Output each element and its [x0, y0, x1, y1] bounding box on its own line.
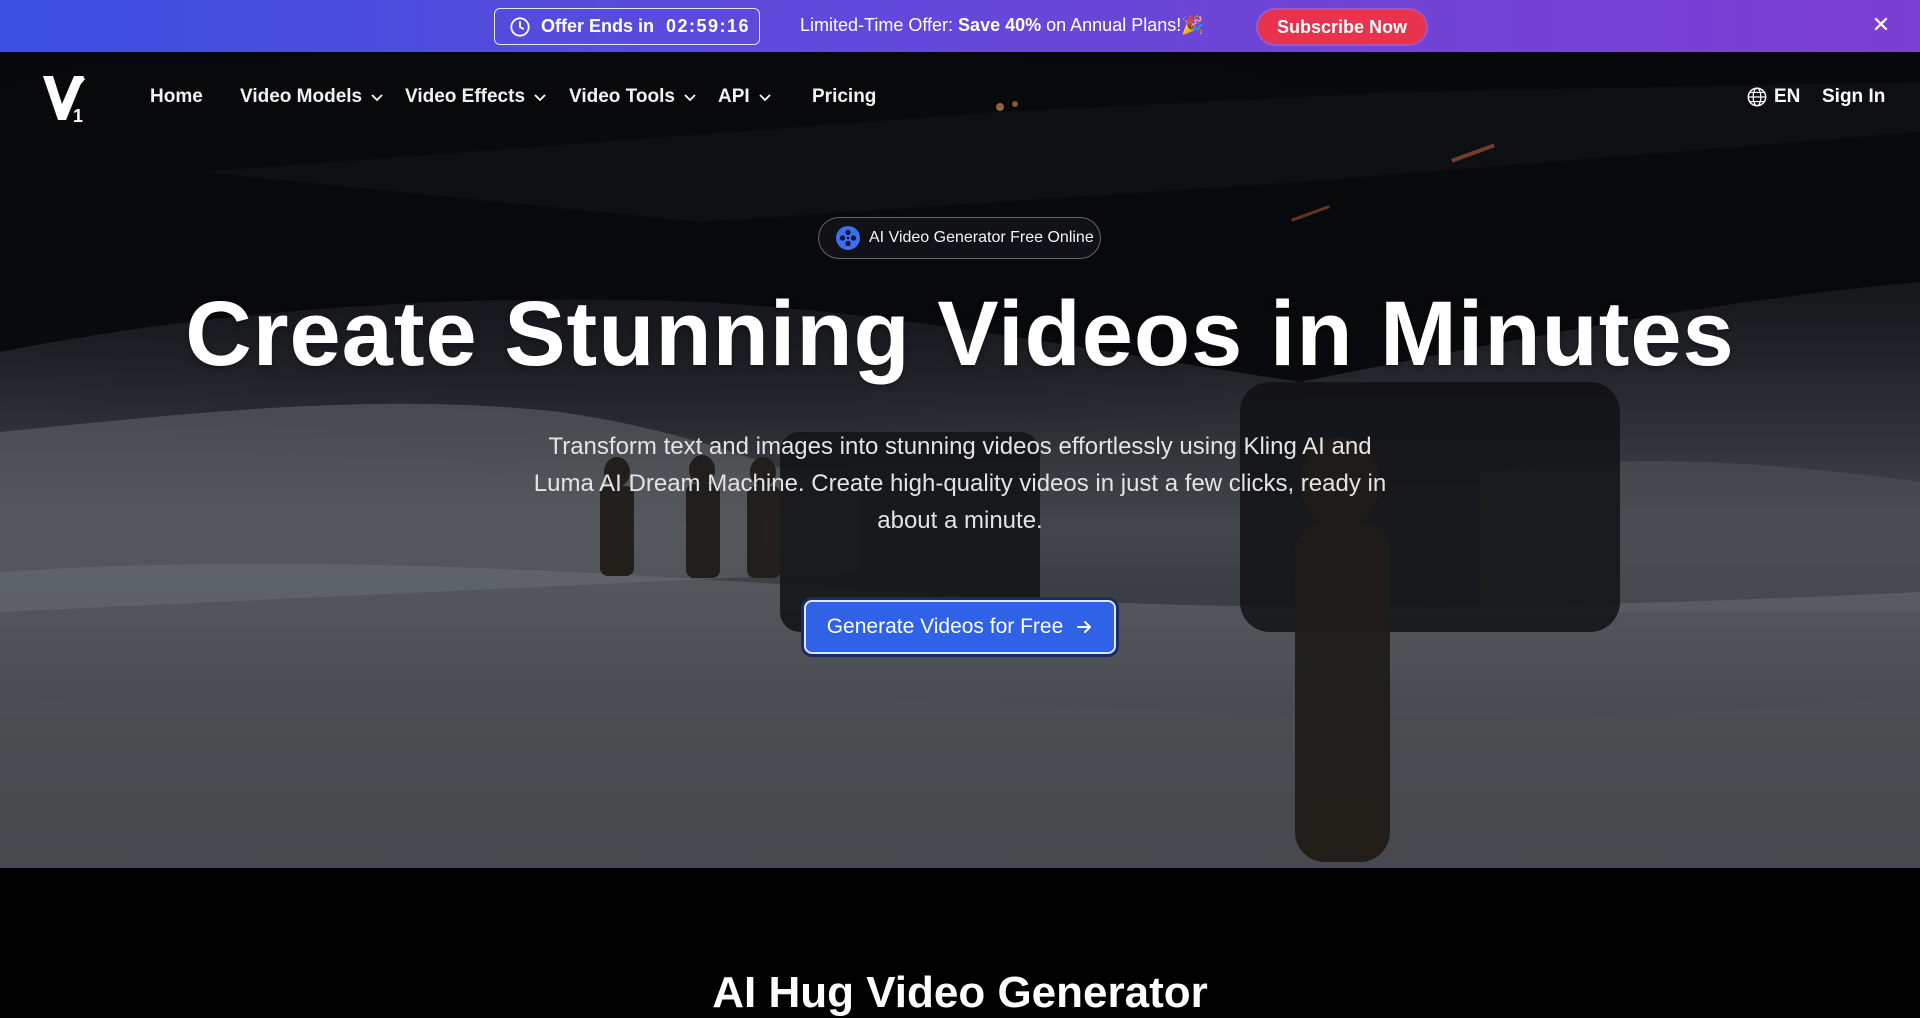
hero-badge: AI Video Generator Free Online [818, 217, 1101, 259]
arrow-right-icon [1077, 621, 1092, 633]
offer-suffix: on Annual Plans!🎉 [1041, 15, 1204, 35]
nav-pricing[interactable]: Pricing [812, 86, 876, 108]
nav-video-models-label: Video Models [240, 86, 363, 107]
globe-icon [1747, 87, 1767, 107]
offer-highlight: Save 40% [958, 15, 1042, 35]
nav-video-effects[interactable]: Video Effects [405, 86, 547, 108]
svg-text:1: 1 [73, 106, 83, 124]
nav-api-label: API [718, 86, 750, 107]
nav-home[interactable]: Home [150, 86, 203, 108]
nav-video-models[interactable]: Video Models [240, 86, 384, 108]
main-navbar: 1 Home Video Models Video Effects Video … [0, 52, 1920, 140]
nav-home-label: Home [150, 86, 203, 107]
nav-api[interactable]: API [718, 86, 772, 108]
generate-videos-button[interactable]: Generate Videos for Free [804, 600, 1116, 654]
offer-prefix: Limited-Time Offer: [800, 15, 959, 35]
close-icon[interactable]: ✕ [1870, 14, 1892, 36]
film-reel-icon [836, 226, 860, 250]
language-switcher[interactable]: EN [1746, 86, 1800, 108]
hero-subtext: Transform text and images into stunning … [533, 433, 1387, 534]
nav-video-tools-label: Video Tools [569, 86, 675, 107]
chevron-down-icon [759, 94, 771, 102]
chevron-down-icon [684, 94, 696, 102]
chevron-down-icon [371, 94, 383, 102]
nav-video-effects-label: Video Effects [405, 86, 526, 107]
site-logo[interactable]: 1 [40, 70, 90, 124]
timer-value: 02:59:16 [666, 16, 751, 36]
promo-banner: Offer Ends in 02:59:16 Limited-Time Offe… [0, 0, 1920, 52]
hero-badge-label: AI Video Generator Free Online [869, 229, 1094, 246]
subscribe-button[interactable]: Subscribe Now [1258, 10, 1426, 44]
generate-videos-label: Generate Videos for Free [826, 615, 1064, 638]
nav-video-tools[interactable]: Video Tools [569, 86, 697, 108]
hero-headline: Create Stunning Videos in Minutes [185, 283, 1735, 385]
sign-in-link[interactable]: Sign In [1822, 86, 1885, 108]
clock-icon [510, 16, 530, 37]
offer-text: Limited-Time Offer: Save 40% on Annual P… [800, 15, 1204, 36]
chevron-down-icon [534, 94, 546, 102]
offer-timer: Offer Ends in 02:59:16 [494, 8, 760, 45]
language-label: EN [1774, 86, 1801, 107]
nav-pricing-label: Pricing [812, 86, 877, 107]
section-title: AI Hug Video Generator [712, 968, 1208, 1017]
timer-label: Offer Ends in [541, 16, 655, 36]
